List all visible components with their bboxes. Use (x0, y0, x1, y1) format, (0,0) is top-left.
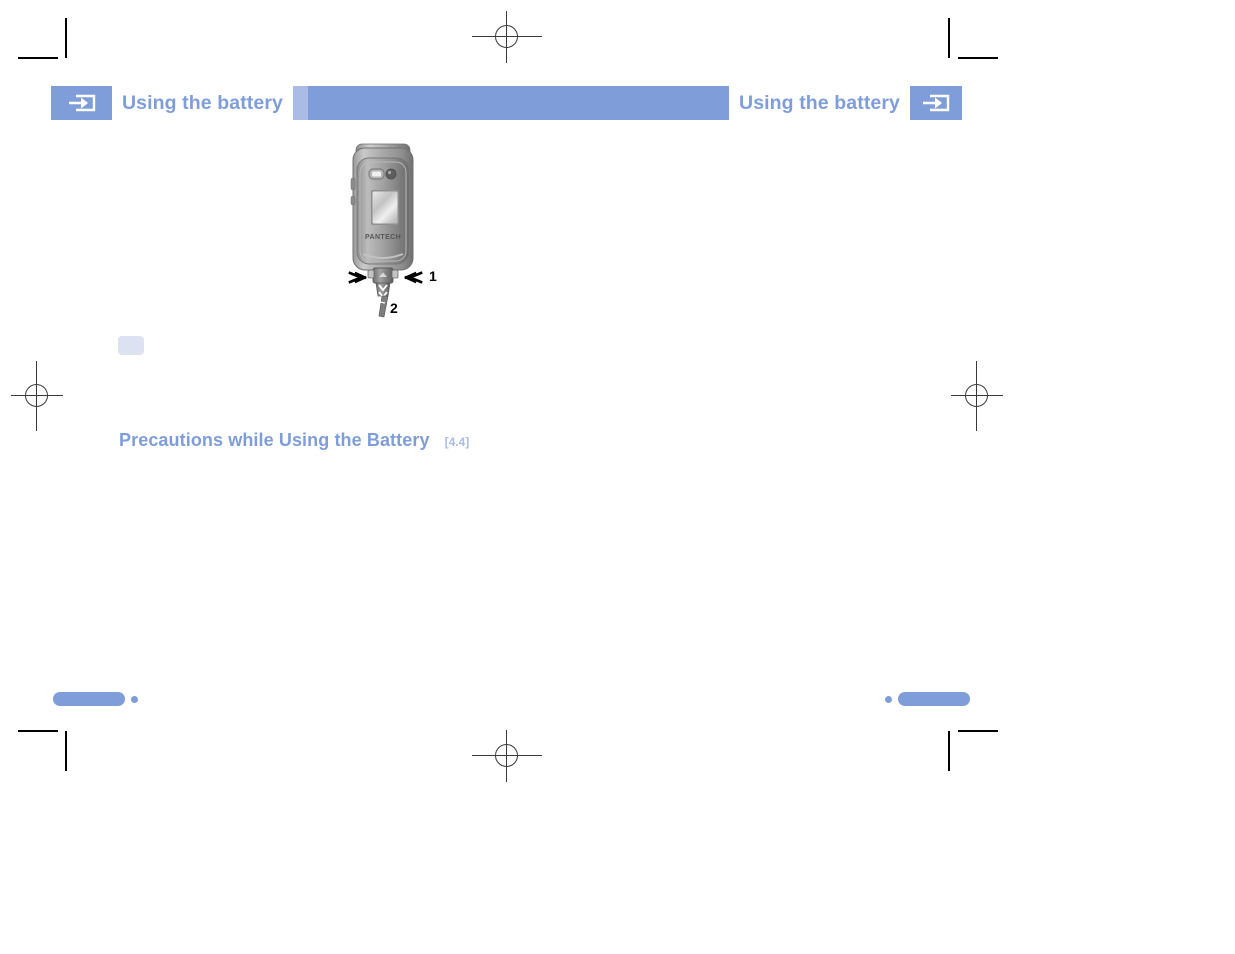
crop-mark-top-left-vertical (65, 18, 67, 58)
header-left-icon-box (51, 86, 112, 120)
crop-mark-top-right-horizontal (958, 57, 998, 59)
section-heading: Precautions while Using the Battery [4.4… (119, 430, 469, 451)
arrow-into-box-icon (920, 92, 952, 114)
registration-target-right (942, 361, 1012, 431)
svg-text:PANTECH: PANTECH (365, 234, 401, 241)
crop-mark-top-right-vertical (948, 18, 950, 58)
arrow-into-box-icon (66, 92, 98, 114)
header-left-divider (292, 86, 308, 120)
figure-callout-1: 1 (429, 268, 437, 284)
crop-mark-bottom-right-vertical (948, 731, 950, 771)
section-heading-title: Precautions while Using the Battery (119, 430, 430, 450)
footer-dot (131, 695, 138, 703)
note-placeholder-swatch (118, 336, 144, 355)
running-header: Using the battery Using the battery (51, 86, 962, 120)
figure-callout-2: 2 (390, 300, 398, 316)
header-right-title: Using the battery (729, 86, 910, 120)
footer-dot (885, 695, 892, 703)
registration-target-left (2, 361, 72, 431)
footer-page-marker-left (53, 692, 138, 706)
footer-page-marker-right (885, 692, 970, 706)
footer-bar (898, 692, 970, 706)
crop-mark-bottom-right-horizontal (958, 730, 998, 732)
footer-bar (53, 692, 125, 706)
crop-mark-bottom-left-horizontal (18, 730, 58, 732)
header-right-icon-box (910, 86, 962, 120)
registration-target-top (472, 2, 542, 72)
crop-mark-top-left-horizontal (18, 57, 58, 59)
crop-mark-bottom-left-vertical (65, 731, 67, 771)
header-spacer (308, 86, 729, 120)
header-left-title: Using the battery (112, 86, 293, 120)
section-heading-reference: [4.4] (444, 435, 470, 449)
registration-target-bottom (472, 721, 542, 791)
